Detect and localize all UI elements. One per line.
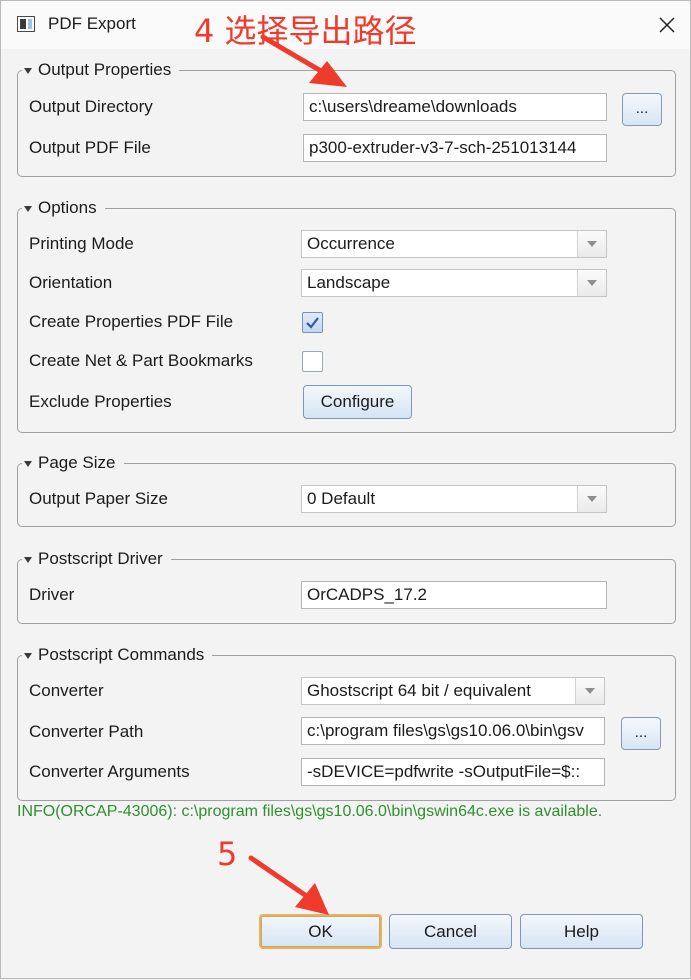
info-message: INFO(ORCAP-43006): c:\program files\gs\g… <box>17 803 603 820</box>
checkmark-icon <box>306 317 319 329</box>
group-title: Options <box>38 198 97 217</box>
converter-label: Converter <box>29 681 104 700</box>
output-directory-label: Output Directory <box>29 97 153 116</box>
driver-field[interactable]: OrCADPS_17.2 <box>301 581 607 609</box>
close-button[interactable] <box>649 7 685 43</box>
output-pdf-file-field[interactable]: p300-extruder-v3-7-sch-251013144 <box>303 134 607 162</box>
output-directory-field[interactable]: c:\users\dreame\downloads <box>303 93 607 121</box>
driver-label: Driver <box>29 585 75 604</box>
chevron-down-icon[interactable] <box>577 270 606 296</box>
chevron-down-icon[interactable] <box>577 231 606 257</box>
exclude-properties-label: Exclude Properties <box>29 392 172 411</box>
output-pdf-file-label: Output PDF File <box>29 138 151 157</box>
output-paper-size-select[interactable]: 0 Default <box>301 485 607 513</box>
collapse-triangle-icon[interactable] <box>24 206 32 212</box>
orientation-select[interactable]: Landscape <box>301 269 607 297</box>
cancel-button[interactable]: Cancel <box>389 914 512 949</box>
chevron-down-icon[interactable] <box>577 486 606 512</box>
arrow-to-ok-button-icon <box>248 855 329 915</box>
orientation-value: Landscape <box>307 273 391 292</box>
converter-path-browse-button[interactable]: ... <box>621 717 661 750</box>
close-icon <box>659 17 675 33</box>
converter-value: Ghostscript 64 bit / equivalent <box>307 681 531 700</box>
group-title: Page Size <box>38 453 116 472</box>
output-directory-browse-button[interactable]: ... <box>622 93 662 126</box>
window-title: PDF Export <box>48 14 136 33</box>
output-paper-size-label: Output Paper Size <box>29 489 168 508</box>
printing-mode-label: Printing Mode <box>29 234 134 253</box>
app-icon <box>17 16 35 32</box>
output-paper-size-value: 0 Default <box>307 489 376 508</box>
step-4-annotation: 4 选择导出路径 <box>194 12 417 50</box>
group-title: Postscript Commands <box>38 645 205 664</box>
step-5-annotation: 5 <box>217 835 238 873</box>
printing-mode-value: Occurrence <box>307 234 395 253</box>
configure-button[interactable]: Configure <box>303 385 412 419</box>
collapse-triangle-icon[interactable] <box>24 653 32 659</box>
net-part-bookmarks-checkbox[interactable] <box>302 351 323 372</box>
converter-arguments-field[interactable]: -sDEVICE=pdfwrite -sOutputFile=$:: <box>301 758 605 786</box>
converter-path-field[interactable]: c:\program files\gs\gs10.06.0\bin\gsv <box>301 717 605 745</box>
orientation-label: Orientation <box>29 273 113 292</box>
pdf-export-dialog: PDF Export Output Properties Output Dire… <box>0 0 691 979</box>
converter-select[interactable]: Ghostscript 64 bit / equivalent <box>301 677 605 705</box>
group-title: Output Properties <box>38 60 172 79</box>
collapse-triangle-icon[interactable] <box>24 68 32 74</box>
converter-path-label: Converter Path <box>29 722 144 741</box>
create-properties-pdf-label: Create Properties PDF File <box>29 312 234 331</box>
collapse-triangle-icon[interactable] <box>24 461 32 467</box>
ok-button[interactable]: OK <box>259 914 382 949</box>
printing-mode-select[interactable]: Occurrence <box>301 230 607 258</box>
create-properties-pdf-checkbox[interactable] <box>302 312 323 333</box>
chevron-down-icon[interactable] <box>575 678 604 704</box>
help-button[interactable]: Help <box>520 914 643 949</box>
group-title: Postscript Driver <box>38 549 163 568</box>
collapse-triangle-icon[interactable] <box>24 557 32 563</box>
converter-arguments-label: Converter Arguments <box>29 762 190 781</box>
net-part-bookmarks-label: Create Net & Part Bookmarks <box>29 351 253 370</box>
